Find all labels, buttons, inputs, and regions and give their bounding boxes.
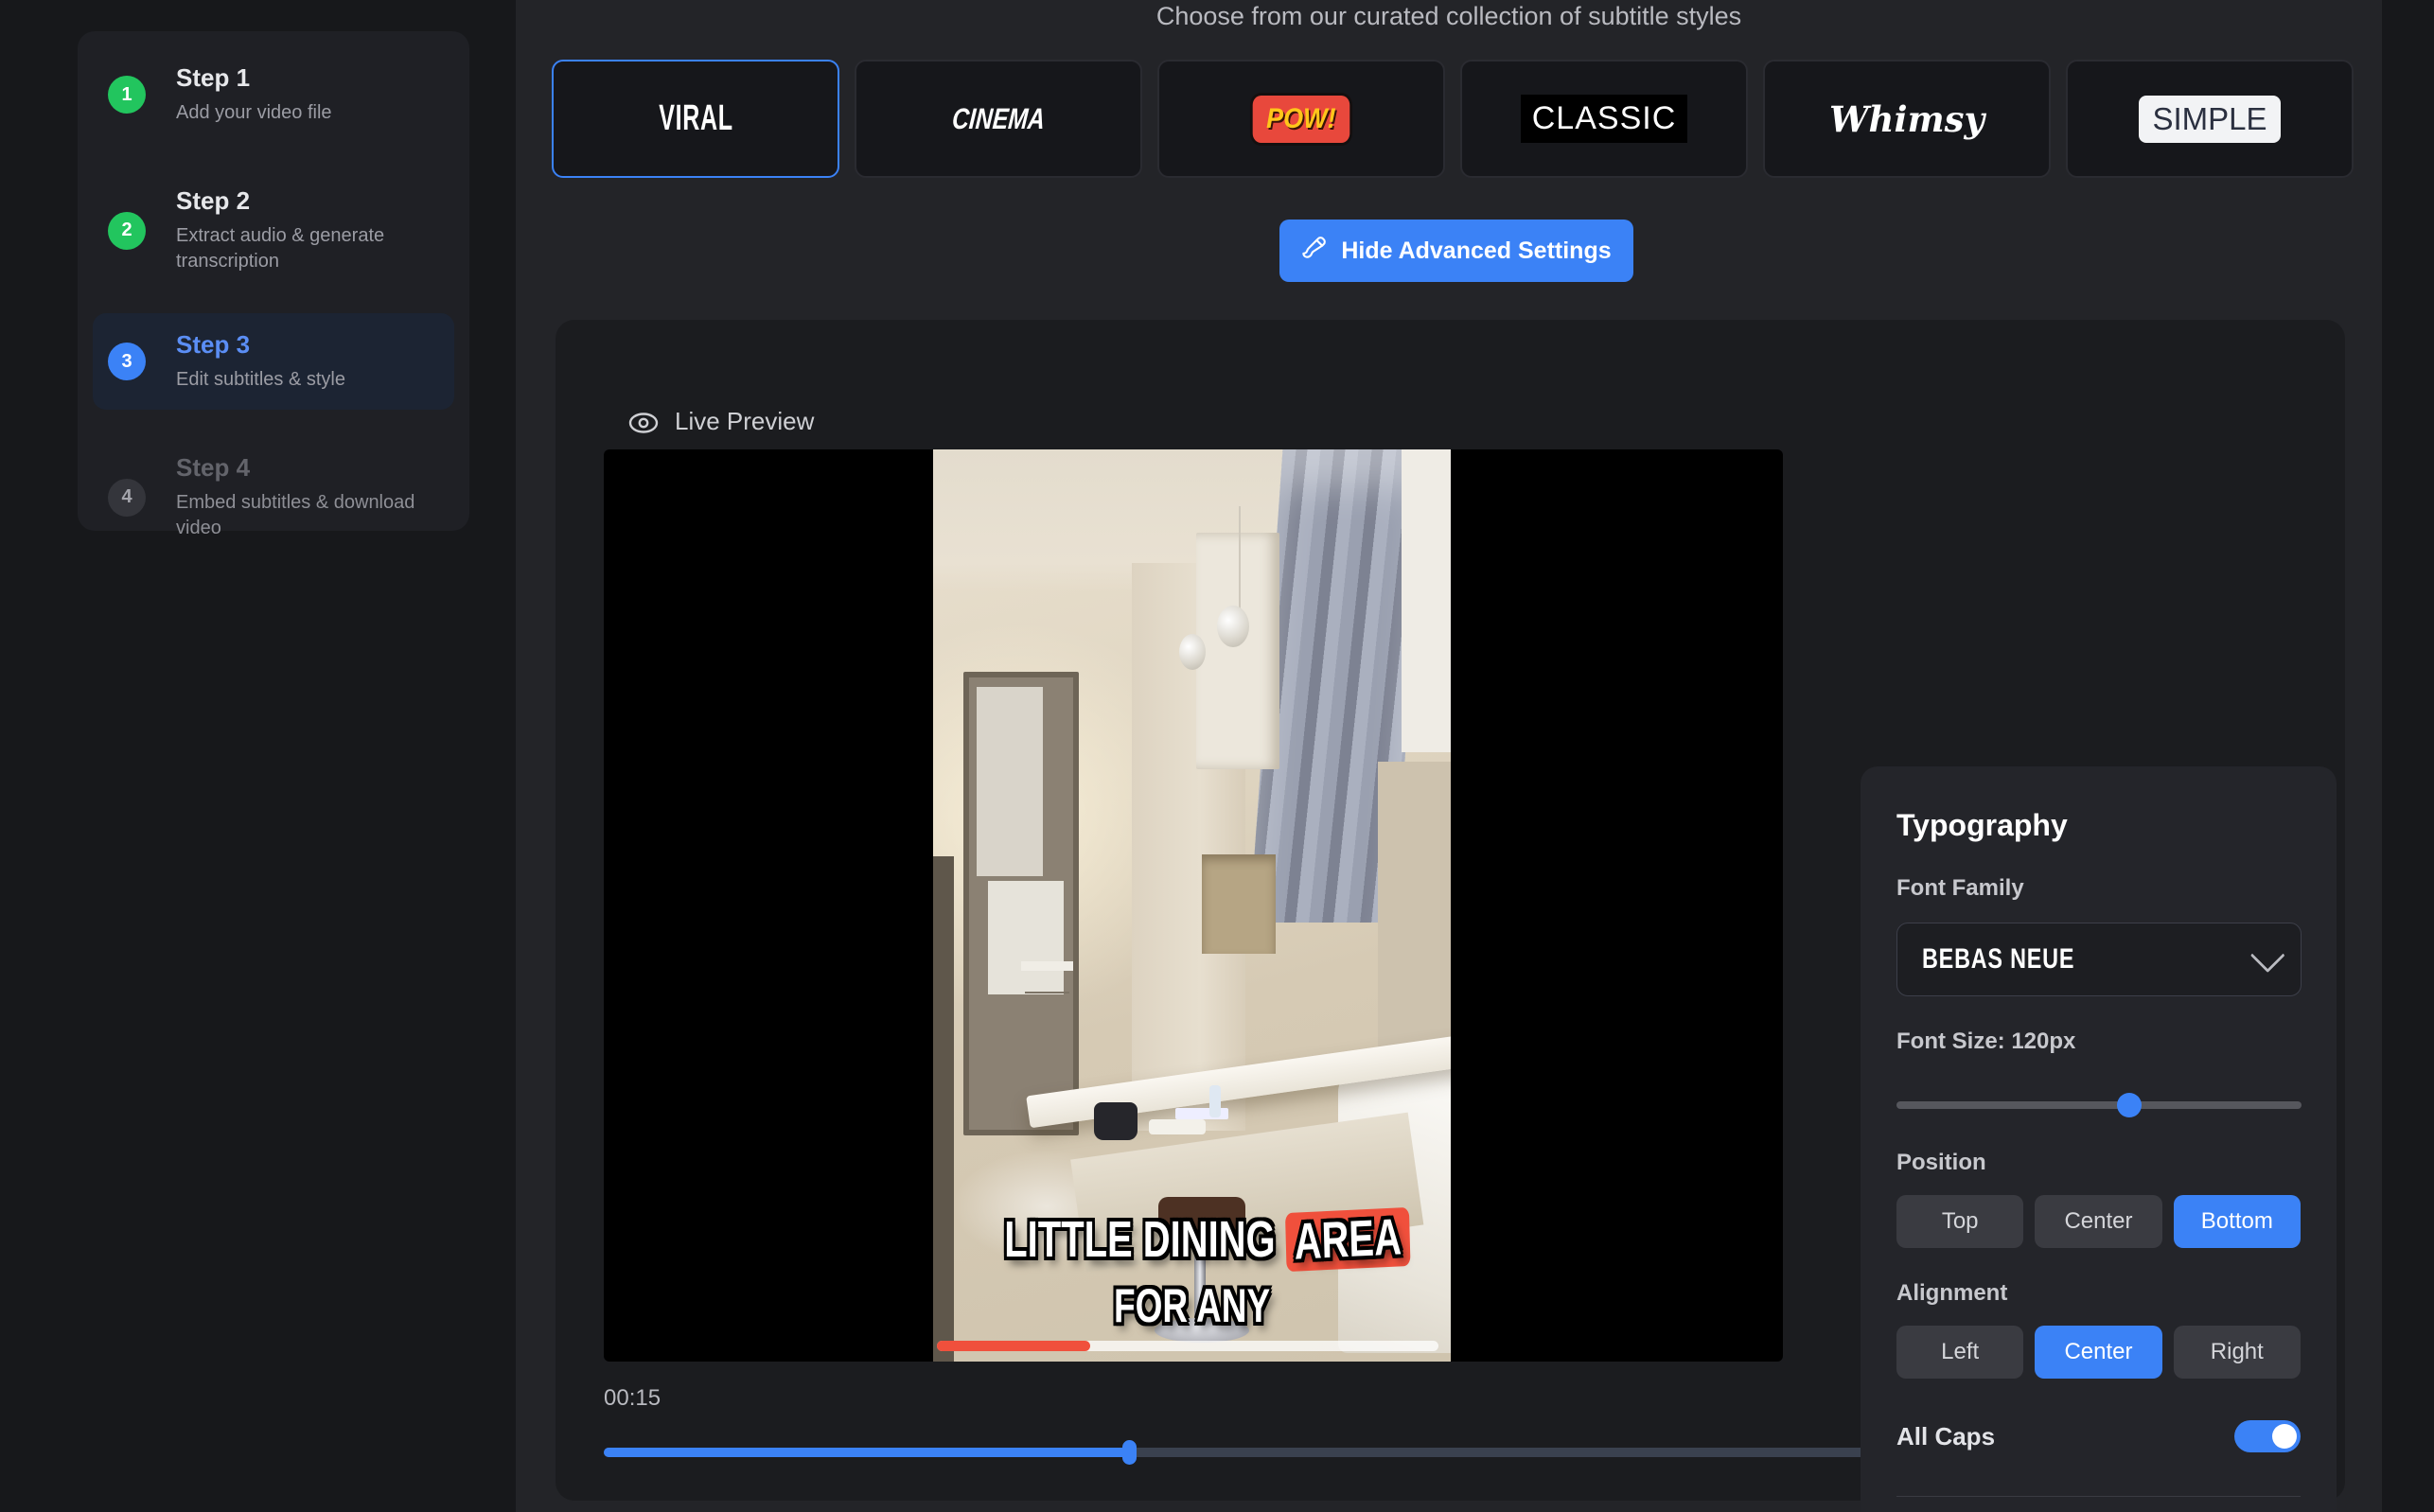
step-1-badge: 1 bbox=[108, 76, 146, 114]
style-option-simple-label: SIMPLE bbox=[2139, 96, 2280, 143]
photo-mirror-window bbox=[988, 881, 1064, 994]
style-option-viral-label: VIRAL bbox=[659, 98, 733, 139]
alignment-center-button[interactable]: Center bbox=[2035, 1326, 2161, 1379]
position-center-button[interactable]: Center bbox=[2035, 1195, 2161, 1248]
typography-heading: Typography bbox=[1896, 808, 2301, 843]
step-3-badge: 3 bbox=[108, 343, 146, 380]
hide-advanced-settings-label: Hide Advanced Settings bbox=[1341, 237, 1611, 265]
style-option-pow-label: POW! bbox=[1253, 96, 1349, 143]
style-option-pow[interactable]: POW! bbox=[1157, 60, 1445, 178]
position-options: Top Center Bottom bbox=[1896, 1195, 2301, 1248]
step-4-title: Step 4 bbox=[176, 453, 439, 483]
subtitle-text-2: FOR ANY bbox=[1114, 1278, 1270, 1333]
position-label: Position bbox=[1896, 1150, 2301, 1176]
chevron-down-icon bbox=[2250, 938, 2285, 973]
hide-advanced-settings-button[interactable]: Hide Advanced Settings bbox=[1279, 220, 1633, 282]
video-preview: LITTLE DINING AREA FOR ANY bbox=[604, 449, 1783, 1362]
sidebar-item-step-1[interactable]: 1 Step 1 Add your video file bbox=[93, 46, 454, 143]
typography-panel: Typography Font Family BEBAS NEUE Font S… bbox=[1861, 766, 2337, 1512]
photo-cups bbox=[1149, 1119, 1206, 1134]
photo-mirror-reflection bbox=[977, 687, 1043, 876]
step-1-title: Step 1 bbox=[176, 63, 439, 93]
all-caps-label: All Caps bbox=[1896, 1422, 1995, 1451]
photo-lamp-wire bbox=[1239, 506, 1241, 610]
timeline-thumb[interactable] bbox=[1122, 1440, 1137, 1465]
live-preview-header: Live Preview bbox=[627, 407, 814, 436]
font-size-slider[interactable] bbox=[1896, 1093, 2302, 1117]
eye-icon bbox=[627, 411, 660, 433]
timeline-fill bbox=[604, 1448, 1129, 1457]
live-preview-label: Live Preview bbox=[675, 407, 814, 436]
style-option-whimsy-label: Whimsy bbox=[1829, 98, 1984, 140]
step-3-title: Step 3 bbox=[176, 330, 439, 360]
style-option-whimsy[interactable]: Whimsy bbox=[1763, 60, 2051, 178]
step-4-badge: 4 bbox=[108, 479, 146, 517]
font-family-select[interactable]: BEBAS NEUE bbox=[1896, 923, 2302, 996]
photo-pendant-light bbox=[1217, 606, 1249, 647]
photo-pendant-light-2 bbox=[1179, 634, 1206, 670]
font-size-track[interactable] bbox=[1896, 1101, 2302, 1109]
step-3-description: Edit subtitles & style bbox=[176, 367, 439, 393]
step-2-title: Step 2 bbox=[176, 186, 439, 216]
section-divider bbox=[1896, 1496, 2301, 1497]
font-size-label: Font Size: 120px bbox=[1896, 1029, 2301, 1055]
video-frame: LITTLE DINING AREA FOR ANY bbox=[933, 449, 1451, 1362]
font-size-thumb[interactable] bbox=[2117, 1093, 2142, 1117]
font-family-label: Font Family bbox=[1896, 875, 2301, 902]
style-option-viral[interactable]: VIRAL bbox=[552, 60, 839, 178]
paintbrush-icon bbox=[1301, 235, 1328, 268]
all-caps-toggle[interactable] bbox=[2234, 1420, 2301, 1452]
video-caption-progress-fill bbox=[937, 1341, 1090, 1351]
video-caption-progress-bar bbox=[937, 1341, 1438, 1351]
photo-kettle bbox=[1094, 1102, 1138, 1140]
photo-mirror-doorway bbox=[963, 672, 1079, 1135]
sidebar-item-step-4[interactable]: 4 Step 4 Embed subtitles & download vide… bbox=[93, 436, 454, 558]
photo-right-wall bbox=[1378, 762, 1451, 1074]
all-caps-toggle-knob bbox=[2272, 1424, 2297, 1449]
style-option-classic[interactable]: CLASSIC bbox=[1460, 60, 1748, 178]
style-option-cinema-label: CINEMA bbox=[951, 102, 1047, 136]
style-option-classic-label: CLASSIC bbox=[1521, 95, 1688, 143]
step-2-description: Extract audio & generate transcription bbox=[176, 223, 439, 274]
subtitle-style-list: VIRAL CINEMA POW! CLASSIC Whimsy SIMPLE bbox=[552, 60, 2354, 178]
alignment-right-button[interactable]: Right bbox=[2174, 1326, 2301, 1379]
step-2-badge: 2 bbox=[108, 212, 146, 250]
font-family-value: BEBAS NEUE bbox=[1922, 943, 2074, 976]
steps-sidebar: 1 Step 1 Add your video file 2 Step 2 Ex… bbox=[78, 31, 469, 531]
page-title: Choose from our curated collection of su… bbox=[516, 2, 2382, 31]
step-1-description: Add your video file bbox=[176, 100, 439, 126]
page: 1 Step 1 Add your video file 2 Step 2 Ex… bbox=[0, 0, 2434, 1512]
subtitle-highlight-word: AREA bbox=[1285, 1207, 1411, 1272]
style-option-simple[interactable]: SIMPLE bbox=[2066, 60, 2354, 178]
alignment-options: Left Center Right bbox=[1896, 1326, 2301, 1379]
photo-window-light bbox=[1402, 449, 1451, 752]
step-4-description: Embed subtitles & download video bbox=[176, 490, 439, 541]
subtitle-line-1: LITTLE DINING AREA bbox=[933, 1210, 1451, 1269]
subtitle-text: LITTLE DINING bbox=[1004, 1211, 1275, 1268]
main-content: Choose from our curated collection of su… bbox=[516, 0, 2382, 1512]
subtitle-line-2: FOR ANY bbox=[933, 1278, 1451, 1333]
sidebar-item-step-3-active[interactable]: 3 Step 3 Edit subtitles & style bbox=[93, 313, 454, 410]
position-top-button[interactable]: Top bbox=[1896, 1195, 2023, 1248]
alignment-label: Alignment bbox=[1896, 1280, 2301, 1307]
photo-bottle bbox=[1209, 1085, 1221, 1117]
current-time-label: 00:15 bbox=[604, 1385, 661, 1412]
all-caps-row: All Caps bbox=[1896, 1420, 2301, 1452]
live-preview-card: Live Preview bbox=[556, 320, 2345, 1501]
photo-mirror-table bbox=[1021, 961, 1073, 971]
style-option-cinema[interactable]: CINEMA bbox=[855, 60, 1142, 178]
position-bottom-button[interactable]: Bottom bbox=[2174, 1195, 2301, 1248]
sidebar-item-step-2[interactable]: 2 Step 2 Extract audio & generate transc… bbox=[93, 169, 454, 291]
photo-shelf bbox=[1202, 854, 1276, 954]
photo-cabinet bbox=[1196, 533, 1279, 769]
alignment-left-button[interactable]: Left bbox=[1896, 1326, 2023, 1379]
